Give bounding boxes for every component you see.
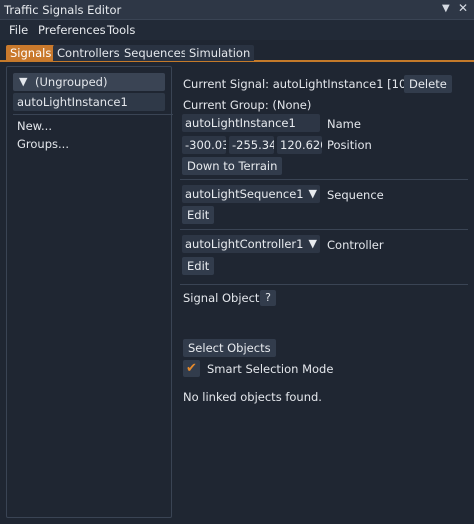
smart-selection-label: Smart Selection Mode — [207, 362, 334, 376]
controller-select[interactable]: autoLightController1 ▼ — [182, 235, 320, 253]
menu-tools[interactable]: Tools — [107, 23, 135, 37]
new-signal-link[interactable]: New... — [17, 119, 52, 133]
name-label: Name — [327, 117, 361, 131]
dropdown-arrow-icon: ▼ — [308, 187, 317, 200]
sequence-edit-button[interactable]: Edit — [182, 206, 215, 224]
menu-bar: File Preferences Tools — [0, 20, 474, 40]
tab-simulation[interactable]: Simulation — [185, 45, 255, 61]
select-objects-button[interactable]: Select Objects — [183, 339, 276, 357]
delete-button[interactable]: Delete — [404, 75, 452, 93]
controller-select-value: autoLightController1 — [185, 237, 304, 251]
dropdown-arrow-icon: ▼ — [308, 237, 317, 250]
down-to-terrain-button[interactable]: Down to Terrain — [182, 157, 283, 175]
smart-selection-checkbox[interactable]: ✔ — [183, 360, 200, 377]
tab-controllers[interactable]: Controllers — [53, 45, 124, 61]
help-button[interactable]: ? — [260, 290, 276, 306]
signal-list-item[interactable]: autoLightInstance1 — [13, 93, 165, 111]
checkmark-icon: ✔ — [186, 361, 197, 376]
divider — [180, 179, 468, 180]
collapse-icon[interactable]: ▼ — [442, 3, 450, 14]
close-icon[interactable]: ✕ — [458, 1, 468, 15]
sequence-select[interactable]: autoLightSequence1 ▼ — [182, 185, 320, 203]
position-y-input[interactable]: -255.34 — [229, 136, 274, 154]
signal-list-item-label: autoLightInstance1 — [17, 95, 128, 109]
position-x-input[interactable]: -300.03 — [182, 136, 226, 154]
tab-sequences[interactable]: Sequences — [120, 45, 191, 61]
divider — [13, 114, 173, 115]
window-title: Traffic Signals Editor — [4, 3, 122, 17]
divider — [180, 284, 468, 285]
signal-objects-title: Signal Objects — [183, 291, 266, 305]
signal-details-panel: Current Signal: autoLightInstance1 [1001… — [176, 66, 468, 518]
title-bar: Traffic Signals Editor ▼ ✕ — [0, 0, 474, 20]
menu-file[interactable]: File — [9, 23, 28, 37]
menu-preferences[interactable]: Preferences — [38, 23, 106, 37]
sequence-label: Sequence — [327, 188, 384, 202]
current-group-label: Current Group: (None) — [183, 98, 312, 112]
controller-edit-button[interactable]: Edit — [182, 257, 215, 275]
group-header-label: (Ungrouped) — [35, 75, 108, 89]
name-input[interactable]: autoLightInstance1 — [182, 114, 320, 132]
tab-bar: Signals Controllers Sequences Simulation — [0, 43, 474, 62]
position-label: Position — [327, 138, 372, 152]
no-linked-objects-message: No linked objects found. — [183, 390, 322, 404]
group-header-ungrouped[interactable]: ▼ (Ungrouped) — [13, 73, 165, 91]
signal-list-panel: ▼ (Ungrouped) autoLightInstance1 New... … — [6, 66, 173, 518]
tab-signals[interactable]: Signals — [6, 45, 56, 61]
expand-triangle-icon: ▼ — [19, 75, 28, 88]
position-z-input[interactable]: 120.620 — [277, 136, 322, 154]
controller-label: Controller — [327, 238, 384, 252]
current-signal-label: Current Signal: autoLightInstance1 [1001… — [183, 77, 433, 91]
divider — [180, 229, 468, 230]
sequence-select-value: autoLightSequence1 — [185, 187, 304, 201]
groups-link[interactable]: Groups... — [17, 137, 69, 151]
